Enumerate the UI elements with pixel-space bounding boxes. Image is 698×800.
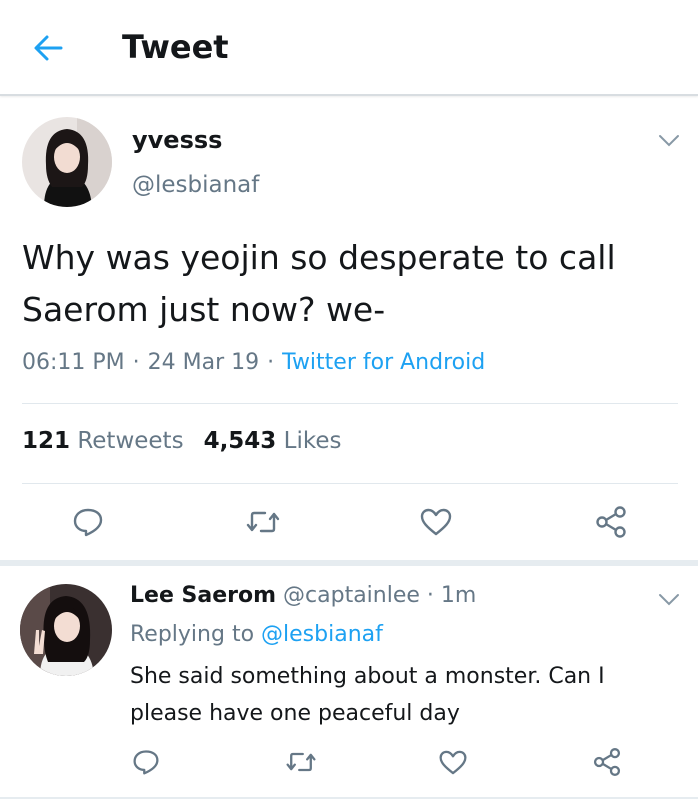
reply-retweet-button[interactable] xyxy=(281,742,321,782)
retweet-icon xyxy=(246,511,280,533)
divider xyxy=(0,797,698,799)
tweet-text: Why was yeojin so desperate to call Saer… xyxy=(22,238,616,329)
tweet-menu-button[interactable] xyxy=(658,133,680,147)
share-icon xyxy=(596,506,626,538)
likes-stat[interactable]: 4,543 Likes xyxy=(204,428,342,454)
meta-separator: · xyxy=(132,350,140,375)
reply-age: 1m xyxy=(440,583,477,608)
reply-header: Lee Saerom @captainlee · 1m xyxy=(130,583,476,608)
section-separator xyxy=(0,560,698,566)
chevron-down-icon xyxy=(659,594,679,606)
author-name[interactable]: yvesss xyxy=(132,126,222,154)
replying-to: Replying to @lesbianaf xyxy=(130,622,383,647)
like-icon xyxy=(439,750,467,774)
retweets-stat[interactable]: 121 Retweets xyxy=(22,428,184,454)
chevron-down-icon xyxy=(659,135,679,147)
divider xyxy=(22,403,678,404)
reply-avatar[interactable] xyxy=(20,584,112,676)
retweet-button[interactable] xyxy=(243,502,283,542)
like-count: 4,543 xyxy=(203,428,277,454)
reply-reply-button[interactable] xyxy=(126,742,166,782)
back-button[interactable] xyxy=(28,28,68,68)
reply-author-name[interactable]: Lee Saerom xyxy=(130,583,276,608)
reply-icon xyxy=(73,508,103,537)
tweet-date: 24 Mar 19 xyxy=(147,350,260,375)
reply-share-button[interactable] xyxy=(587,742,627,782)
meta-separator: · xyxy=(267,350,275,375)
author-handle[interactable]: @lesbianaf xyxy=(132,172,259,198)
retweet-count: 121 xyxy=(22,428,71,454)
reply-author-handle[interactable]: @captainlee xyxy=(283,583,420,608)
reply-menu-button[interactable] xyxy=(658,592,680,606)
tweet-time: 06:11 PM xyxy=(22,350,125,375)
like-label: Likes xyxy=(283,428,342,454)
tweet-stats: 121 Retweets 4,543 Likes xyxy=(22,428,341,454)
meta-separator: · xyxy=(426,583,434,608)
tweet-source-link[interactable]: Twitter for Android xyxy=(282,350,485,375)
reply-like-button[interactable] xyxy=(433,742,473,782)
reply-icon xyxy=(133,750,159,775)
replying-to-mention[interactable]: @lesbianaf xyxy=(261,622,383,647)
top-bar: Tweet xyxy=(0,0,698,96)
share-icon xyxy=(593,748,621,776)
page-title: Tweet xyxy=(122,28,229,66)
replying-label: Replying to xyxy=(130,622,255,647)
divider xyxy=(22,483,678,484)
retweet-label: Retweets xyxy=(77,428,184,454)
reply-text: She said something about a monster. Can … xyxy=(130,664,605,726)
avatar[interactable] xyxy=(22,117,112,207)
arrow-left-icon xyxy=(34,35,63,61)
like-icon xyxy=(420,508,452,536)
tweet-meta: 06:11 PM · 24 Mar 19 · Twitter for Android xyxy=(22,350,485,375)
reply-button[interactable] xyxy=(68,502,108,542)
share-button[interactable] xyxy=(591,502,631,542)
like-button[interactable] xyxy=(416,502,456,542)
retweet-icon xyxy=(286,752,316,772)
